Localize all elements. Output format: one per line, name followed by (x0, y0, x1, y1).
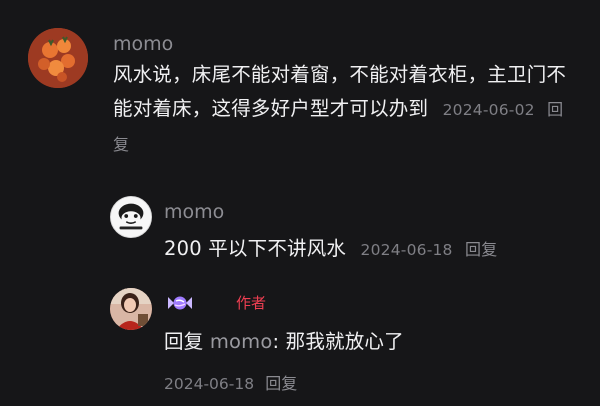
reply-date: 2024-06-18 (164, 375, 255, 393)
reply-username[interactable]: momo (164, 201, 224, 223)
comment-text-block: 风水说，床尾不能对着窗，不能对着衣柜，主卫门不能对着床，这得多好户型才可以办到 … (113, 58, 573, 162)
reply-date: 2024-06-18 (360, 241, 453, 259)
orange-persimmons-icon (28, 28, 88, 88)
user-avatar[interactable] (28, 28, 88, 88)
user-avatar[interactable] (110, 288, 152, 330)
author-badge: 作者 (236, 294, 267, 312)
candy-emoji-icon[interactable] (166, 293, 194, 313)
reply-text: : 那我就放心了 (272, 330, 404, 353)
reply-meta: 2024-06-18 回复 (164, 370, 297, 394)
reply-text-block: 200 平以下不讲风水 2024-06-18 回复 (164, 232, 584, 267)
reply-text: 200 平以下不讲风水 (164, 237, 347, 260)
comment-username[interactable]: momo (113, 33, 173, 55)
reply-text-block: 回复 momo: 那我就放心了 (164, 325, 584, 359)
mention-link[interactable]: momo (210, 330, 273, 353)
reply-button[interactable]: 回复 (265, 374, 297, 393)
user-avatar[interactable] (110, 196, 152, 238)
cartoon-face-icon (111, 197, 151, 237)
reply-button[interactable]: 回复 (465, 240, 497, 259)
reply-prefix: 回复 (164, 330, 204, 353)
comment-date: 2024-06-02 (442, 101, 535, 119)
portrait-photo-icon (110, 288, 152, 330)
